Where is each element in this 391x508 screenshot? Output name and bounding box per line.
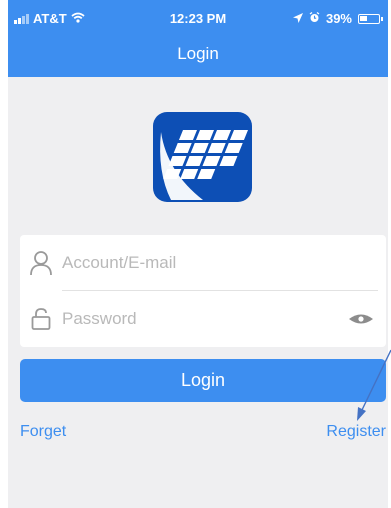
user-icon bbox=[20, 235, 62, 291]
account-field-row bbox=[20, 235, 386, 291]
account-input[interactable] bbox=[62, 235, 386, 291]
battery-percent: 39% bbox=[325, 11, 352, 26]
lock-icon bbox=[20, 291, 62, 347]
app-logo bbox=[153, 112, 252, 202]
login-screen: AT&T 12:23 PM 39% Login Account/E-mail L… bbox=[8, 0, 388, 508]
status-right: 39% bbox=[292, 11, 383, 26]
alarm-icon bbox=[309, 11, 320, 26]
login-button[interactable]: Login bbox=[20, 359, 386, 402]
battery-icon bbox=[358, 13, 383, 24]
register-link[interactable]: Register bbox=[326, 423, 386, 441]
forget-link[interactable]: Forget bbox=[20, 423, 66, 441]
location-arrow-icon bbox=[292, 11, 303, 26]
status-bar: AT&T 12:23 PM 39% bbox=[8, 0, 388, 38]
eye-icon[interactable] bbox=[336, 291, 386, 347]
password-field-row bbox=[20, 291, 386, 347]
password-input[interactable] bbox=[62, 291, 336, 347]
login-form bbox=[20, 235, 386, 347]
header-bar: AT&T 12:23 PM 39% Login bbox=[8, 0, 388, 77]
page-title: Login bbox=[177, 44, 219, 63]
